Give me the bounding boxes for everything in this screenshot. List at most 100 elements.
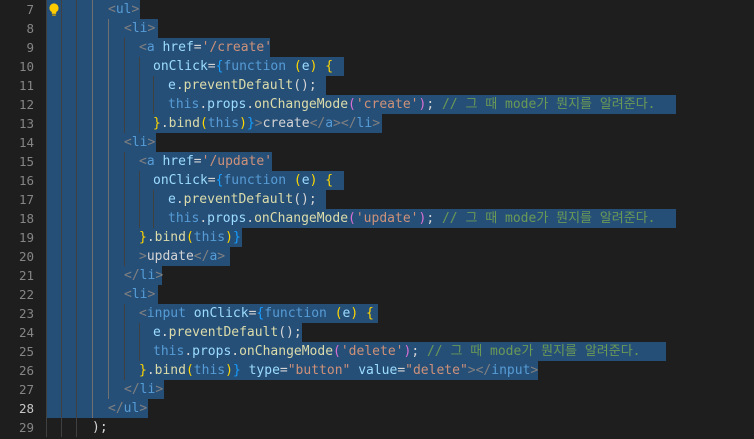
- code-token: e: [301, 59, 310, 74]
- indent-guide: [61, 57, 62, 76]
- code-token: "button": [287, 363, 351, 378]
- indent-guide: [46, 133, 47, 152]
- code-line[interactable]: 27 </li>: [0, 380, 754, 399]
- code-token: li: [131, 135, 148, 150]
- code-line[interactable]: 20 >update</a>: [0, 247, 754, 266]
- code-token: value: [358, 363, 398, 378]
- line-number: 7: [26, 2, 34, 17]
- line-number: 14: [18, 135, 34, 150]
- code-line[interactable]: 23 <input onClick={function (e) {: [0, 304, 754, 323]
- indent-guide: [153, 95, 154, 114]
- lightbulb-icon[interactable]: [47, 2, 61, 17]
- indent-guide: [76, 304, 77, 323]
- line-number: 23: [18, 306, 34, 321]
- code-token: <: [108, 2, 116, 17]
- indent-guide: [46, 38, 47, 57]
- code-line[interactable]: 19}.bind(this)}: [0, 228, 754, 247]
- code-token: </: [108, 401, 124, 416]
- code-line[interactable]: 10 onClick={function (e) {: [0, 57, 754, 76]
- indent-guide: [108, 76, 109, 95]
- code-line[interactable]: 14 <li>: [0, 133, 754, 152]
- code-line[interactable]: 29);: [0, 418, 754, 437]
- indent-guide: [124, 171, 125, 190]
- indent-guide: [108, 38, 109, 57]
- indent-guide: [61, 285, 62, 304]
- code-token: >: [372, 116, 381, 131]
- code-token: function: [223, 59, 287, 74]
- indent-guide: [92, 209, 93, 228]
- code-token: .: [160, 325, 169, 340]
- code-line[interactable]: 7 <ul>: [0, 0, 754, 19]
- code-line[interactable]: 13}.bind(this)}>create</a></li>: [0, 114, 754, 133]
- indent-guide: [76, 95, 77, 114]
- code-line[interactable]: 26}.bind(this)} type="button" value="del…: [0, 361, 754, 380]
- code-line[interactable]: 17 e.preventDefault();: [0, 190, 754, 209]
- indent-guide: [108, 342, 109, 361]
- code-token: this: [193, 363, 226, 378]
- code-line[interactable]: 11 e.preventDefault();: [0, 76, 754, 95]
- indent-guide: [108, 57, 109, 76]
- code-token: >: [139, 249, 147, 264]
- indent-guide: [153, 190, 154, 209]
- code-token: li: [139, 268, 156, 283]
- code-token: props: [207, 211, 247, 226]
- indent-guide: [61, 380, 62, 399]
- code-token: onChangeMode: [239, 344, 334, 359]
- indent-guide: [46, 76, 47, 95]
- code-token: .: [199, 97, 208, 112]
- line-number: 29: [18, 420, 34, 435]
- code-line[interactable]: 21 </li>: [0, 266, 754, 285]
- code-token: ): [225, 363, 233, 378]
- indent-guide: [139, 323, 140, 342]
- code-text: this.props.onChangeMode('delete'); // 그 …: [153, 342, 641, 361]
- code-text: <li>: [124, 19, 155, 38]
- code-token: >: [147, 287, 156, 302]
- code-token: }: [232, 230, 241, 245]
- line-number: 28: [18, 401, 34, 416]
- code-token: preventDefault: [168, 325, 279, 340]
- indent-guide: [92, 285, 93, 304]
- code-line[interactable]: 22 <li>: [0, 285, 754, 304]
- code-line[interactable]: 12 this.props.onChangeMode('create'); // …: [0, 95, 754, 114]
- indent-guide: [76, 114, 77, 133]
- indent-guide: [108, 285, 109, 304]
- code-text: <input onClick={function (e) {: [139, 304, 374, 323]
- code-token: create: [262, 116, 310, 131]
- indent-guide: [124, 76, 125, 95]
- code-token: // 그 때 mode가 뭔지를 알려준다.: [441, 97, 656, 112]
- code-line[interactable]: 24 e.preventDefault();: [0, 323, 754, 342]
- indent-guide: [92, 361, 93, 380]
- code-token: onClick: [193, 306, 249, 321]
- code-token: .: [175, 192, 184, 207]
- code-line[interactable]: 15 <a href='/update': [0, 152, 754, 171]
- code-token: 'update': [355, 211, 419, 226]
- code-token: bind: [168, 116, 200, 131]
- indent-guide: [139, 76, 140, 95]
- code-line[interactable]: 28 </ul>: [0, 399, 754, 418]
- code-token: =: [397, 363, 406, 378]
- code-editor[interactable]: 7 <ul> 8 <li> 9 <a href='/create' 10 onClick={f…: [0, 0, 754, 439]
- code-token: '/update': [201, 154, 273, 169]
- code-line[interactable]: 25 this.props.onChangeMode('delete'); // …: [0, 342, 754, 361]
- code-token: props: [207, 97, 247, 112]
- code-token: props: [192, 344, 232, 359]
- indent-guide: [61, 304, 62, 323]
- code-line[interactable]: 9 <a href='/create': [0, 38, 754, 57]
- indent-guide: [108, 152, 109, 171]
- line-number: 25: [18, 344, 34, 359]
- code-token: e: [168, 192, 176, 207]
- indent-guide: [46, 190, 47, 209]
- code-line[interactable]: 8 <li>: [0, 19, 754, 38]
- code-text: e.preventDefault();: [168, 76, 317, 95]
- code-line[interactable]: 18 this.props.onChangeMode('update'); // …: [0, 209, 754, 228]
- code-text: this.props.onChangeMode('update'); // 그 …: [168, 209, 656, 228]
- code-token: this: [168, 97, 200, 112]
- indent-guide: [92, 95, 93, 114]
- indent-guide: [92, 133, 93, 152]
- indent-guide: [46, 323, 47, 342]
- code-token: <: [124, 135, 132, 150]
- code-token: >: [147, 135, 156, 150]
- code-line[interactable]: 16 onClick={function (e) {: [0, 171, 754, 190]
